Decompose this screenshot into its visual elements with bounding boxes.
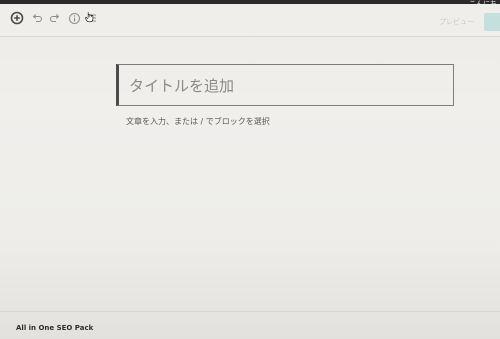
publish-button[interactable] [484, 13, 500, 31]
seo-meta-box-title[interactable]: All in One SEO Pack [16, 324, 93, 332]
redo-icon[interactable] [47, 10, 63, 26]
editor-toolbar: プレビュー [0, 4, 500, 37]
add-block-icon[interactable] [9, 10, 25, 26]
post-title-field[interactable]: タイトルを追加 [116, 64, 454, 106]
block-editor-screen: こんにち [0, 0, 500, 339]
undo-icon[interactable] [29, 10, 45, 26]
block-appender-placeholder[interactable]: 文章を入力、または / でブロックを選択 [126, 116, 270, 127]
meta-box-divider [0, 311, 500, 312]
post-title-placeholder: タイトルを追加 [129, 77, 235, 95]
hand-cursor-icon [85, 12, 94, 23]
info-icon[interactable] [66, 10, 82, 26]
preview-button[interactable]: プレビュー [435, 15, 478, 29]
